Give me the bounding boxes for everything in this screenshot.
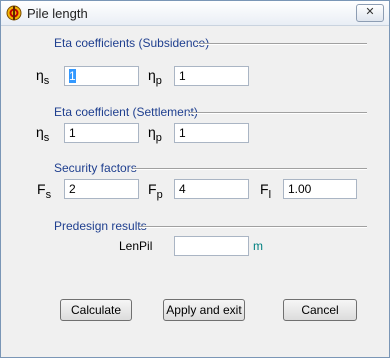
subsidence-eta-s-input[interactable]: 1 xyxy=(64,66,139,86)
lenpil-output[interactable] xyxy=(174,236,249,256)
security-fp-input[interactable]: 4 xyxy=(174,179,249,199)
fl-symbol: Fl xyxy=(260,181,272,201)
section-settlement-title: Eta coefficient (Settlement) xyxy=(54,105,198,119)
lenpil-label: LenPil xyxy=(119,239,153,253)
close-icon: ✕ xyxy=(365,6,375,18)
eta-p-symbol: ηp xyxy=(148,124,162,144)
section-predesign-title: Predesign results xyxy=(54,219,147,233)
security-fl-input[interactable]: 1.00 xyxy=(283,179,357,199)
subsidence-eta-p-input[interactable]: 1 xyxy=(174,66,249,86)
separator xyxy=(139,226,367,228)
separator xyxy=(189,112,367,114)
close-button[interactable]: ✕ xyxy=(356,4,384,22)
app-icon xyxy=(6,5,22,21)
calculate-button[interactable]: Calculate xyxy=(60,299,132,321)
settlement-eta-p-input[interactable]: 1 xyxy=(174,123,249,143)
security-fs-input[interactable]: 2 xyxy=(64,179,139,199)
title-bar: Pile length ✕ xyxy=(1,1,389,26)
eta-p-symbol: ηp xyxy=(148,67,162,87)
separator xyxy=(197,43,367,45)
cancel-button[interactable]: Cancel xyxy=(283,299,357,321)
separator xyxy=(133,168,367,170)
window-title: Pile length xyxy=(27,6,88,21)
settlement-eta-s-input[interactable]: 1 xyxy=(64,123,139,143)
pile-length-dialog: Pile length ✕ Eta coefficients (Subsiden… xyxy=(0,0,390,358)
apply-and-exit-button[interactable]: Apply and exit xyxy=(163,299,245,321)
fp-symbol: Fp xyxy=(148,181,163,201)
eta-s-symbol: ηs xyxy=(36,124,50,144)
eta-s-symbol: ηs xyxy=(36,67,50,87)
section-security-title: Security factors xyxy=(54,161,137,175)
fs-symbol: Fs xyxy=(37,181,52,201)
lenpil-unit: m xyxy=(253,239,263,253)
section-subsidence-title: Eta coefficients (Subsidence) xyxy=(54,36,210,50)
